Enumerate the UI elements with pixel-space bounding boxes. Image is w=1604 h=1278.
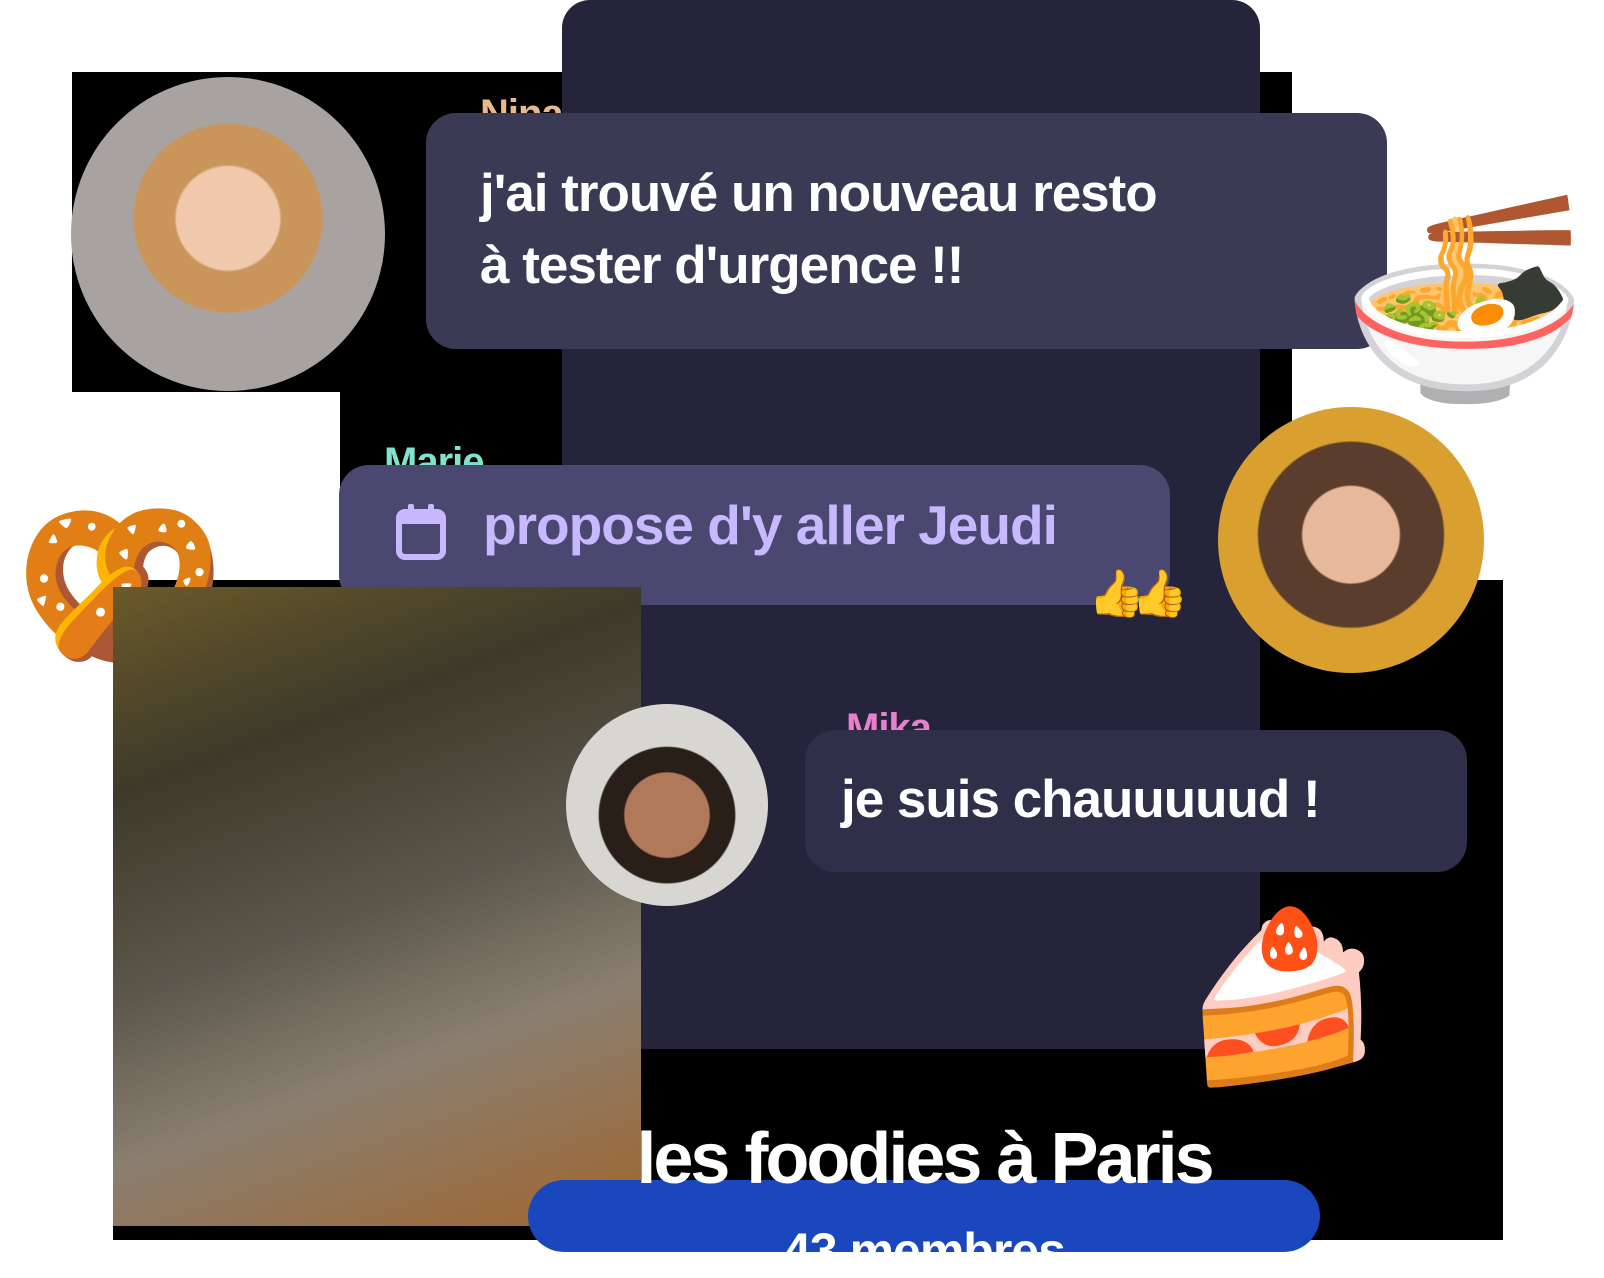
- message-line: j'ai trouvé un nouveau resto: [480, 164, 1158, 223]
- avatar-marie[interactable]: [1218, 407, 1484, 673]
- calendar-icon: [396, 504, 446, 560]
- cake-sticker: 🍰: [1180, 901, 1386, 1093]
- message-bubble-mika: je suis chauuuuud !: [805, 730, 1467, 872]
- avatar-mika[interactable]: [566, 704, 768, 906]
- message-bubble-nina: j'ai trouvé un nouveau resto à tester d'…: [426, 113, 1387, 349]
- thumbs-up-reaction[interactable]: 👍👍: [1088, 570, 1188, 616]
- group-name: les foodies à Paris: [636, 1119, 1214, 1199]
- message-text: je suis chauuuuud !: [841, 770, 1321, 829]
- message-bubble-marie: propose d'y aller Jeudi: [339, 465, 1170, 605]
- member-count: 43 membres: [783, 1223, 1066, 1278]
- message-line: à tester d'urgence !!: [480, 236, 964, 295]
- message-text: propose d'y aller Jeudi: [483, 494, 1058, 556]
- ramen-sticker: 🍜: [1340, 183, 1590, 416]
- avatar-nina[interactable]: [71, 77, 385, 391]
